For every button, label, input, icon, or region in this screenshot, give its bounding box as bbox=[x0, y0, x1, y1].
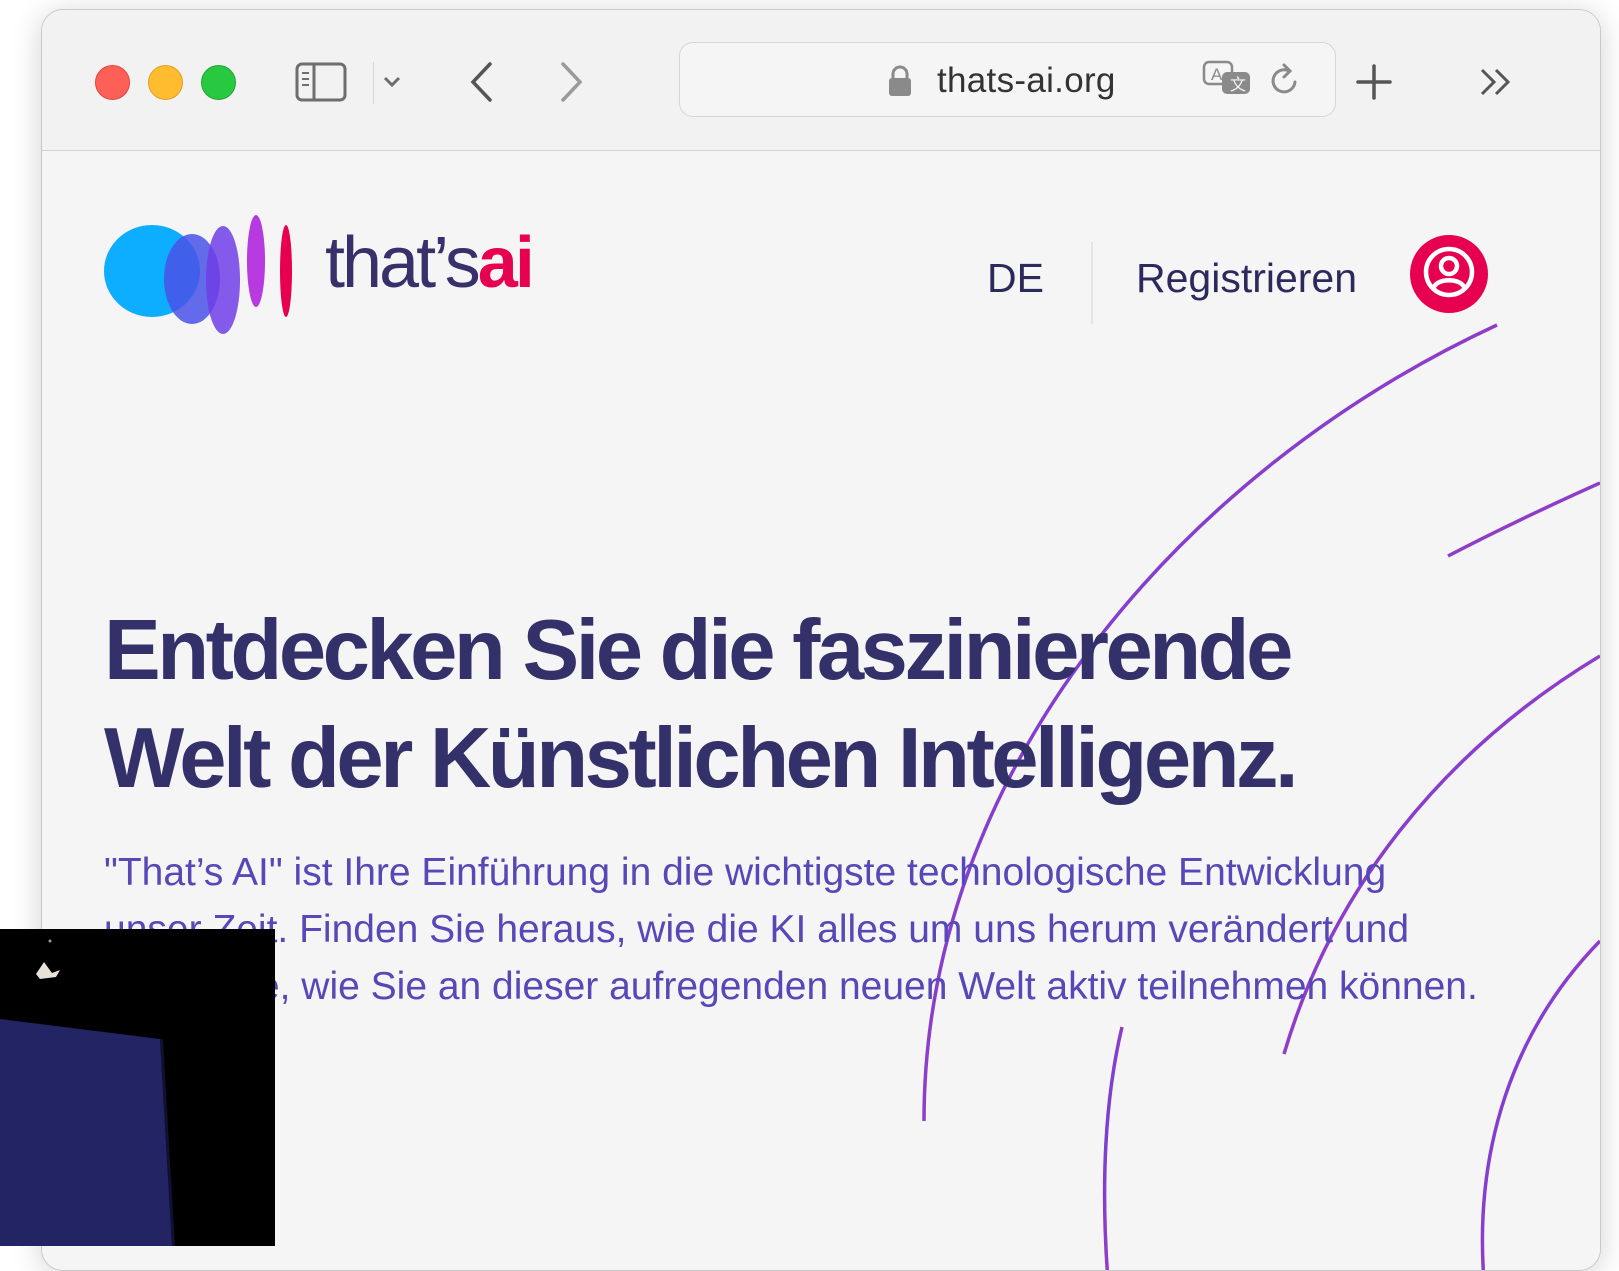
arc-4 bbox=[1102, 1026, 1124, 1270]
forward-arrow-icon[interactable] bbox=[552, 54, 592, 110]
nav-divider bbox=[1091, 242, 1093, 324]
address-bar[interactable]: thats-ai.org A 文 bbox=[679, 42, 1336, 117]
zoom-window-button[interactable] bbox=[201, 65, 236, 100]
svg-text:A: A bbox=[1211, 65, 1223, 84]
browser-window: thats-ai.org A 文 that’sai DE Registriere… bbox=[41, 9, 1601, 1271]
back-arrow-icon[interactable] bbox=[461, 54, 501, 110]
register-link[interactable]: Registrieren bbox=[1136, 255, 1357, 302]
hero-intro: "That’s AI" ist Ihre Einführung in die w… bbox=[104, 851, 1478, 1008]
account-button[interactable] bbox=[1410, 235, 1488, 313]
toolbar-divider bbox=[373, 62, 374, 104]
url-text: thats-ai.org bbox=[937, 61, 1116, 100]
chevron-down-icon[interactable] bbox=[379, 54, 405, 110]
browser-toolbar: thats-ai.org A 文 bbox=[42, 10, 1600, 151]
translate-icon[interactable]: A 文 bbox=[1202, 59, 1254, 104]
language-switcher[interactable]: DE bbox=[987, 255, 1044, 302]
svg-text:文: 文 bbox=[1230, 76, 1246, 94]
lock-icon bbox=[887, 64, 913, 103]
arc-5 bbox=[1480, 939, 1600, 1270]
video-overlay[interactable] bbox=[0, 929, 275, 1246]
plus-icon[interactable] bbox=[1354, 54, 1394, 110]
wordmark-ai: ai bbox=[477, 223, 535, 303]
close-window-button[interactable] bbox=[95, 65, 130, 100]
double-chevron-right-icon[interactable] bbox=[1476, 54, 1516, 110]
sidebar-icon[interactable] bbox=[293, 54, 349, 110]
hero-headline: Entdecken Sie die faszinierende Welt der… bbox=[104, 603, 1299, 806]
brand-wordmark[interactable]: that’sai bbox=[325, 227, 535, 299]
wordmark-thats: that’s bbox=[325, 223, 481, 303]
reload-icon[interactable] bbox=[1268, 62, 1302, 103]
brand-logo-icon[interactable] bbox=[104, 215, 304, 345]
arc-2 bbox=[1447, 481, 1600, 558]
user-icon bbox=[1422, 245, 1476, 304]
minimize-window-button[interactable] bbox=[148, 65, 183, 100]
page-content: that’sai DE Registrieren Entdecken Sie d… bbox=[42, 151, 1600, 1270]
